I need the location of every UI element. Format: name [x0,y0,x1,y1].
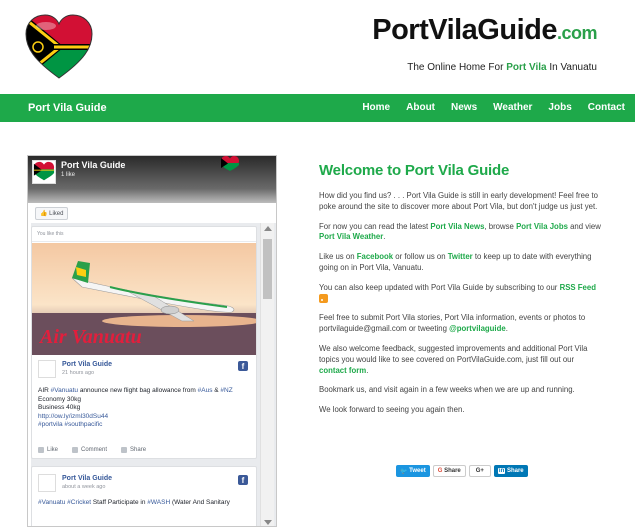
hashtag-link[interactable]: #Cricket [67,499,91,506]
post-header: Port Vila Guide 21 hours ago f [38,360,248,382]
site-title[interactable]: PortVilaGuide.com [372,14,597,47]
nav-menu: Home About News Weather Jobs Contact [354,94,635,122]
scroll-up-arrow-icon[interactable] [264,226,272,231]
twitter-link[interactable]: Twitter [448,252,473,261]
facebook-link[interactable]: Facebook [357,252,393,261]
bookmark-paragraph: Bookmark us, and visit again in a few we… [319,385,575,395]
hashtag-link[interactable]: #portvila #southpacific [38,421,250,430]
main-content: Welcome to Port Vila Guide How did you f… [319,162,604,425]
vanuatu-flag-heart-icon[interactable] [24,14,94,80]
share-buttons: 🐦 Tweet G Share G+ in Share [396,465,528,477]
nav-item-home[interactable]: Home [354,94,398,122]
facebook-cover: Port Vila Guide 1 like [28,156,276,203]
facebook-page-avatar[interactable] [32,160,56,184]
nav-brand[interactable]: Port Vila Guide [28,102,107,114]
facebook-like-count: 1 like [61,172,76,178]
rss-icon[interactable] [319,294,328,304]
hashtag-link[interactable]: #WASH [147,499,170,506]
contact-form-link[interactable]: contact form [319,366,366,375]
google-icon: G [437,468,443,474]
post-author-name[interactable]: Port Vila Guide [62,475,112,482]
post-like-button[interactable]: Like [38,447,58,453]
post-comment-button[interactable]: Comment [72,447,107,453]
facebook-icon: f [238,361,248,371]
comment-icon [72,447,79,453]
post-actions: Like Comment Share [38,447,250,453]
site-tagline: The Online Home For Port Vila In Vanuatu [407,62,597,73]
post-header: Port Vila Guide about a week ago f [38,474,248,496]
google-share-button[interactable]: G Share [432,465,466,477]
submit-paragraph: Feel free to submit Port Vila stories, P… [319,313,586,334]
port-vila-weather-link[interactable]: Port Vila Weather [319,232,383,241]
tweet-button[interactable]: 🐦 Tweet [396,465,430,477]
facebook-icon: f [238,475,248,485]
share-icon [121,447,128,453]
google-plus-button[interactable]: G+ [468,465,491,477]
post-timestamp[interactable]: 21 hours ago [62,370,94,376]
post-author-avatar[interactable] [38,474,56,492]
facebook-page-name[interactable]: Port Vila Guide [61,160,125,170]
twitter-handle-link[interactable]: @portvilaguide [449,324,506,333]
scrollbar-thumb[interactable] [263,239,272,299]
social-paragraph: Like us on Facebook or follow us on Twit… [319,252,592,272]
twitter-icon: 🐦 [400,468,408,475]
links-paragraph: For now you can read the latest Port Vil… [319,221,601,242]
hashtag-link[interactable]: #NZ [220,387,232,394]
facebook-post: Port Vila Guide about a week ago f #Vanu… [31,466,257,526]
vanuatu-flag-heart-icon [221,156,239,171]
facebook-page-widget: Port Vila Guide 1 like 👍 Liked You like … [27,155,277,527]
nav-item-weather[interactable]: Weather [485,94,540,122]
feedback-paragraph: We also welcome feedback, suggested impr… [319,343,588,375]
rss-paragraph: You can also keep updated with Port Vila… [319,283,604,305]
linkedin-icon: in [497,468,506,474]
scroll-down-arrow-icon[interactable] [264,520,272,525]
tagline-highlight: Port Vila [506,62,547,73]
post-timestamp[interactable]: about a week ago [62,484,105,490]
nav-item-contact[interactable]: Contact [580,94,635,122]
hashtag-link[interactable]: #Vanuatu [51,387,78,394]
main-navbar: Port Vila Guide Home About News Weather … [0,94,635,122]
you-like-this-label: You like this [32,227,256,242]
closing-paragraph: We look forward to seeing you again then… [319,405,465,415]
intro-paragraph: How did you find us? . . . Port Vila Gui… [319,191,598,211]
thumbs-up-icon [38,447,44,453]
nav-item-news[interactable]: News [443,94,485,122]
site-title-name: PortVilaGuide [372,14,557,46]
air-vanuatu-plane-image[interactable]: Air Vanuatu [32,243,256,355]
post-url-link[interactable]: http://ow.ly/izml30dSu44 [38,413,250,422]
rss-feed-link[interactable]: RSS Feed [560,283,596,292]
nav-item-jobs[interactable]: Jobs [540,94,579,122]
page-title: Welcome to Port Vila Guide [319,162,510,179]
google-plus-icon: G+ [475,468,484,474]
post-author-avatar[interactable] [38,360,56,378]
post-text: #Vanuatu #Cricket Staff Participate in #… [38,499,230,506]
post-text: AIR #Vanuatu announce new flight bag all… [38,387,250,430]
post-share-button[interactable]: Share [121,447,146,453]
air-vanuatu-logo-text: Air Vanuatu [38,326,142,348]
post-author-name[interactable]: Port Vila Guide [62,361,112,368]
facebook-scrollbar[interactable] [260,223,274,526]
site-title-tld: .com [556,23,598,43]
hashtag-link[interactable]: #Vanuatu [38,499,65,506]
facebook-post: You like this Air Vanuatu Port Vila Guid… [31,226,257,459]
facebook-liked-button[interactable]: 👍 Liked [35,207,69,220]
vanuatu-flag-heart-icon [33,161,55,181]
hashtag-link[interactable]: #Aus [198,387,213,394]
nav-item-about[interactable]: About [398,94,443,122]
port-vila-jobs-link[interactable]: Port Vila Jobs [516,222,568,231]
port-vila-news-link[interactable]: Port Vila News [430,222,484,231]
linkedin-share-button[interactable]: in Share [493,465,528,477]
